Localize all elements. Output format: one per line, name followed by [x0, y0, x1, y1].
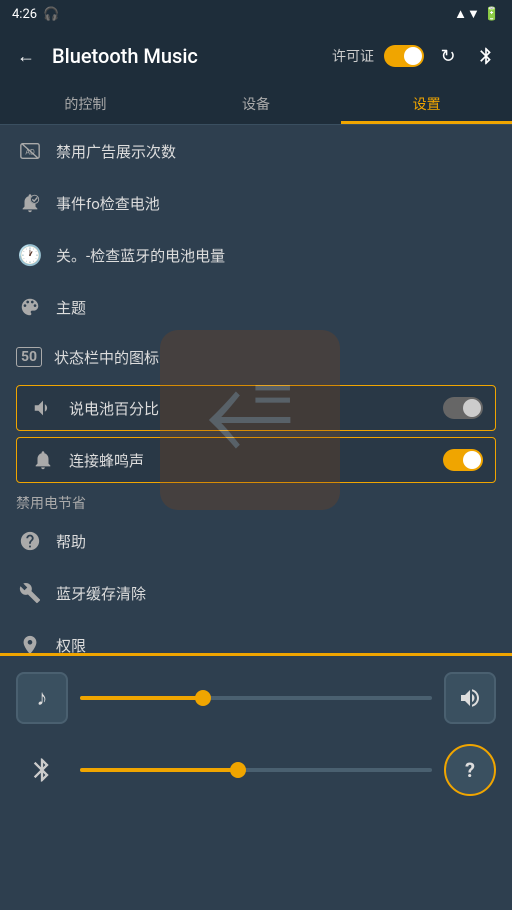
volume-icon [29, 394, 57, 422]
say-battery-toggle[interactable] [443, 397, 483, 419]
theme-icon [16, 293, 44, 321]
tab-devices[interactable]: 设备 [171, 84, 342, 124]
help-label: 帮助 [56, 531, 496, 552]
refresh-button[interactable]: ↻ [434, 42, 462, 70]
battery-icon: 🔋 [484, 7, 500, 22]
music-note-button[interactable]: ♪ [16, 672, 68, 724]
setting-check-bluetooth-battery[interactable]: 🕐 关。-检查蓝牙的电池电量 [0, 229, 512, 281]
svg-text:AD: AD [25, 148, 35, 157]
setting-bluetooth-cache[interactable]: 蓝牙缓存清除 [0, 567, 512, 619]
say-battery-label: 说电池百分比 [69, 398, 431, 419]
bottom-controls: ♪ ? [0, 656, 512, 876]
permissions-label: 权限 [56, 635, 496, 654]
setting-event-check-battery[interactable]: 事件fo检查电池 [0, 177, 512, 229]
permission-toggle[interactable] [384, 45, 424, 67]
tab-settings[interactable]: 设置 [341, 84, 512, 124]
volume-button[interactable] [444, 672, 496, 724]
help-btn-icon: ? [465, 758, 475, 782]
bluetooth-slider-thumb [230, 762, 246, 778]
tab-bar: 的控制 设备 设置 [0, 84, 512, 125]
bluetooth-slider-track[interactable] [80, 768, 432, 772]
page-title: Bluetooth Music [52, 44, 320, 68]
header: ← Bluetooth Music 许可证 ↻ [0, 28, 512, 84]
event-check-label: 事件fo检查电池 [56, 193, 496, 214]
setting-say-battery[interactable]: 说电池百分比 [16, 385, 496, 431]
music-control-row: ♪ [16, 672, 496, 724]
theme-label: 主题 [56, 297, 496, 318]
music-note-icon: ♪ [37, 685, 48, 711]
bell-check-icon [16, 189, 44, 217]
disable-ads-label: 禁用广告展示次数 [56, 141, 496, 162]
check-battery-label: 关。-检查蓝牙的电池电量 [56, 245, 496, 266]
connect-beep-toggle[interactable] [443, 449, 483, 471]
help-icon [16, 527, 44, 555]
50-icon: 50 [16, 347, 42, 367]
bluetooth-slider-fill [80, 768, 238, 772]
wifi-icon: ▲▼ [454, 6, 480, 22]
status-bar: 4:26 🎧 ▲▼ 🔋 [0, 0, 512, 28]
bluetooth-bottom-icon [16, 744, 68, 796]
help-button[interactable]: ? [444, 744, 496, 796]
music-slider-fill [80, 696, 203, 700]
setting-theme[interactable]: 主题 [0, 281, 512, 333]
status-bar-icons-label: 状态栏中的图标 [54, 347, 496, 368]
setting-help[interactable]: 帮助 [0, 515, 512, 567]
header-actions: 许可证 ↻ [332, 42, 500, 70]
wrench-icon [16, 579, 44, 607]
bluetooth-bottom-svg [28, 756, 56, 784]
clock-icon: 🕐 [16, 241, 44, 269]
headphone-icon: 🎧 [43, 7, 59, 22]
bluetooth-header-icon[interactable] [472, 42, 500, 70]
setting-status-bar-icons[interactable]: 50 状态栏中的图标 [0, 333, 512, 381]
ads-icon: AD [16, 137, 44, 165]
bluetooth-cache-label: 蓝牙缓存清除 [56, 583, 496, 604]
connect-beep-label: 连接蜂鸣声 [69, 450, 431, 471]
setting-permissions[interactable]: 权限 [0, 619, 512, 653]
back-button[interactable]: ← [12, 42, 40, 70]
setting-connect-beep[interactable]: 连接蜂鸣声 [16, 437, 496, 483]
music-slider-track[interactable] [80, 696, 432, 700]
bluetooth-control-row: ? [16, 744, 496, 796]
setting-disable-ads[interactable]: AD 禁用广告展示次数 [0, 125, 512, 177]
volume-icon [458, 686, 482, 710]
disable-battery-saving-label: 禁用电节省 [0, 487, 512, 515]
bell-icon [29, 446, 57, 474]
status-time: 4:26 [12, 7, 37, 22]
permission-label: 许可证 [332, 46, 374, 66]
settings-list: AD 禁用广告展示次数 事件fo检查电池 🕐 关。-检查蓝牙的电池电量 [0, 125, 512, 653]
location-icon [16, 631, 44, 653]
tab-controls[interactable]: 的控制 [0, 84, 171, 124]
music-slider-thumb [195, 690, 211, 706]
